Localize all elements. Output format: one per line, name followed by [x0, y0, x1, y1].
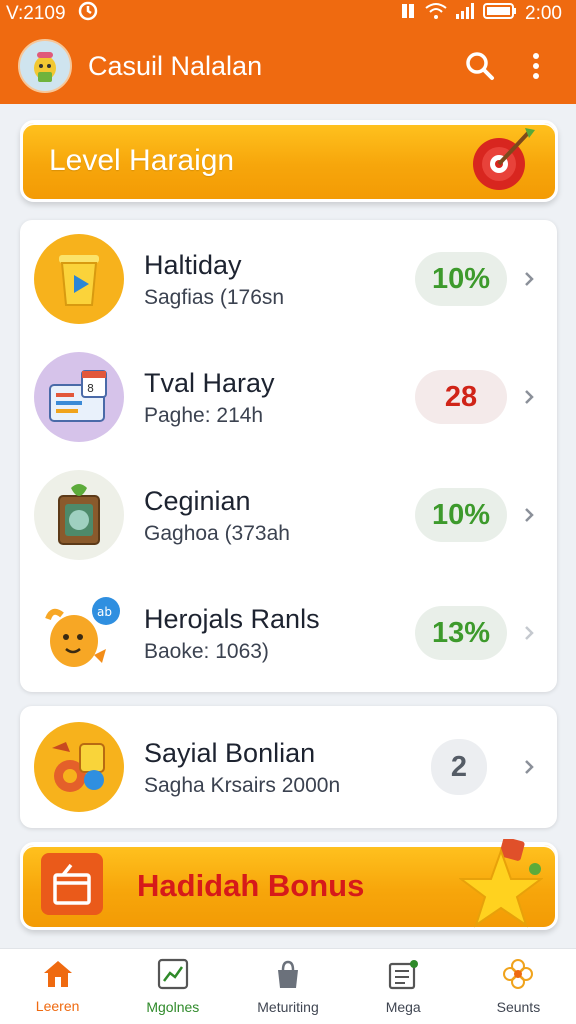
- chart-icon: [157, 958, 189, 995]
- trash-play-icon: [34, 234, 124, 324]
- wifi-icon: [425, 2, 447, 26]
- nav-item-mgolnes[interactable]: Mgolnes: [115, 949, 230, 1024]
- progress-badge: 13%: [415, 606, 507, 660]
- signal-icon: [455, 2, 475, 26]
- news-icon: [387, 958, 419, 995]
- status-bar: V:2109 2:00: [0, 0, 576, 28]
- list-item-subtitle: Sagha Krsairs 2000n: [144, 774, 341, 797]
- level-banner[interactable]: Level Haraign: [20, 120, 558, 202]
- bottom-nav: Leeren Mgolnes Meturiting Mega Seunts: [0, 948, 576, 1024]
- progress-badge: 10%: [415, 488, 507, 542]
- app-bar: Casuil Nalalan: [0, 28, 576, 104]
- nav-label: Leeren: [35, 998, 80, 1014]
- nav-label: Seunts: [496, 999, 541, 1015]
- flower-icon: [502, 958, 534, 995]
- nav-label: Mega: [385, 999, 421, 1015]
- status-version: V:2109: [6, 3, 66, 24]
- bag-icon: [272, 958, 304, 995]
- list-item-subtitle: Sagfias (176sn: [144, 286, 285, 309]
- chevron-right-icon: [517, 758, 541, 776]
- bonus-banner[interactable]: Hadidah Bonus: [20, 836, 558, 930]
- progress-badge: 10%: [415, 252, 507, 306]
- gear-toys-icon: [34, 722, 124, 812]
- app-title: Casuil Nalalan: [88, 50, 263, 81]
- status-clock: 2:00: [525, 3, 562, 24]
- clipboard-plant-icon: [34, 470, 124, 560]
- bonus-banner-label: Hadidah Bonus: [137, 868, 365, 903]
- bonus-item-card: Sayial Bonlian Sagha Krsairs 2000n 2: [20, 706, 557, 828]
- list-item[interactable]: ab Herojals Ranls Baoke: 1063) 13%: [20, 574, 557, 692]
- chevron-right-icon: [517, 506, 541, 524]
- count-badge: 28: [415, 370, 507, 424]
- status-app-icon: [78, 1, 98, 27]
- nav-item-mega[interactable]: Mega: [346, 949, 461, 1024]
- nav-label: Mgolnes: [146, 999, 200, 1015]
- count-badge: 2: [431, 739, 487, 795]
- list-item-subtitle: Baoke: 1063): [144, 640, 269, 663]
- home-icon: [42, 959, 74, 994]
- list-item[interactable]: 8 Tval Haray Paghe: 214h 28: [20, 338, 557, 456]
- list-item-title: Ceginian: [144, 486, 251, 516]
- nav-item-leeren[interactable]: Leeren: [0, 949, 115, 1024]
- notification-icon: [399, 2, 417, 26]
- calendar-board-icon: 8: [34, 352, 124, 442]
- avatar[interactable]: [18, 39, 72, 93]
- nav-item-meturiting[interactable]: Meturiting: [230, 949, 345, 1024]
- svg-text:8: 8: [87, 382, 94, 395]
- battery-icon: [483, 2, 517, 26]
- chevron-right-icon: [517, 624, 541, 642]
- activity-list-card: Haltiday Sagfias (176sn 10% 8 Tval Haray…: [20, 220, 557, 692]
- list-item[interactable]: Haltiday Sagfias (176sn 10%: [20, 220, 557, 338]
- nav-label: Meturiting: [257, 999, 319, 1015]
- chevron-right-icon: [517, 270, 541, 288]
- mascot-chat-icon: ab: [34, 588, 124, 678]
- more-vert-icon[interactable]: [514, 44, 558, 88]
- level-banner-label: Level Haraign: [49, 144, 235, 177]
- list-item-title: Sayial Bonlian: [144, 738, 316, 768]
- list-item-title: Tval Haray: [144, 368, 275, 398]
- gift-box-icon: [41, 852, 103, 920]
- list-item-subtitle: Paghe: 214h: [144, 404, 264, 427]
- target-dart-icon: [467, 124, 537, 199]
- list-item[interactable]: Ceginian Gaghoa (373ah 10%: [20, 456, 557, 574]
- star-icon: [458, 836, 544, 934]
- list-item-subtitle: Gaghoa (373ah: [144, 522, 290, 545]
- svg-text:ab: ab: [97, 605, 112, 619]
- list-item-title: Haltiday: [144, 250, 242, 280]
- nav-item-seunts[interactable]: Seunts: [461, 949, 576, 1024]
- list-item[interactable]: Sayial Bonlian Sagha Krsairs 2000n 2: [20, 708, 557, 826]
- list-item-title: Herojals Ranls: [144, 604, 320, 634]
- search-icon[interactable]: [458, 44, 502, 88]
- chevron-right-icon: [517, 388, 541, 406]
